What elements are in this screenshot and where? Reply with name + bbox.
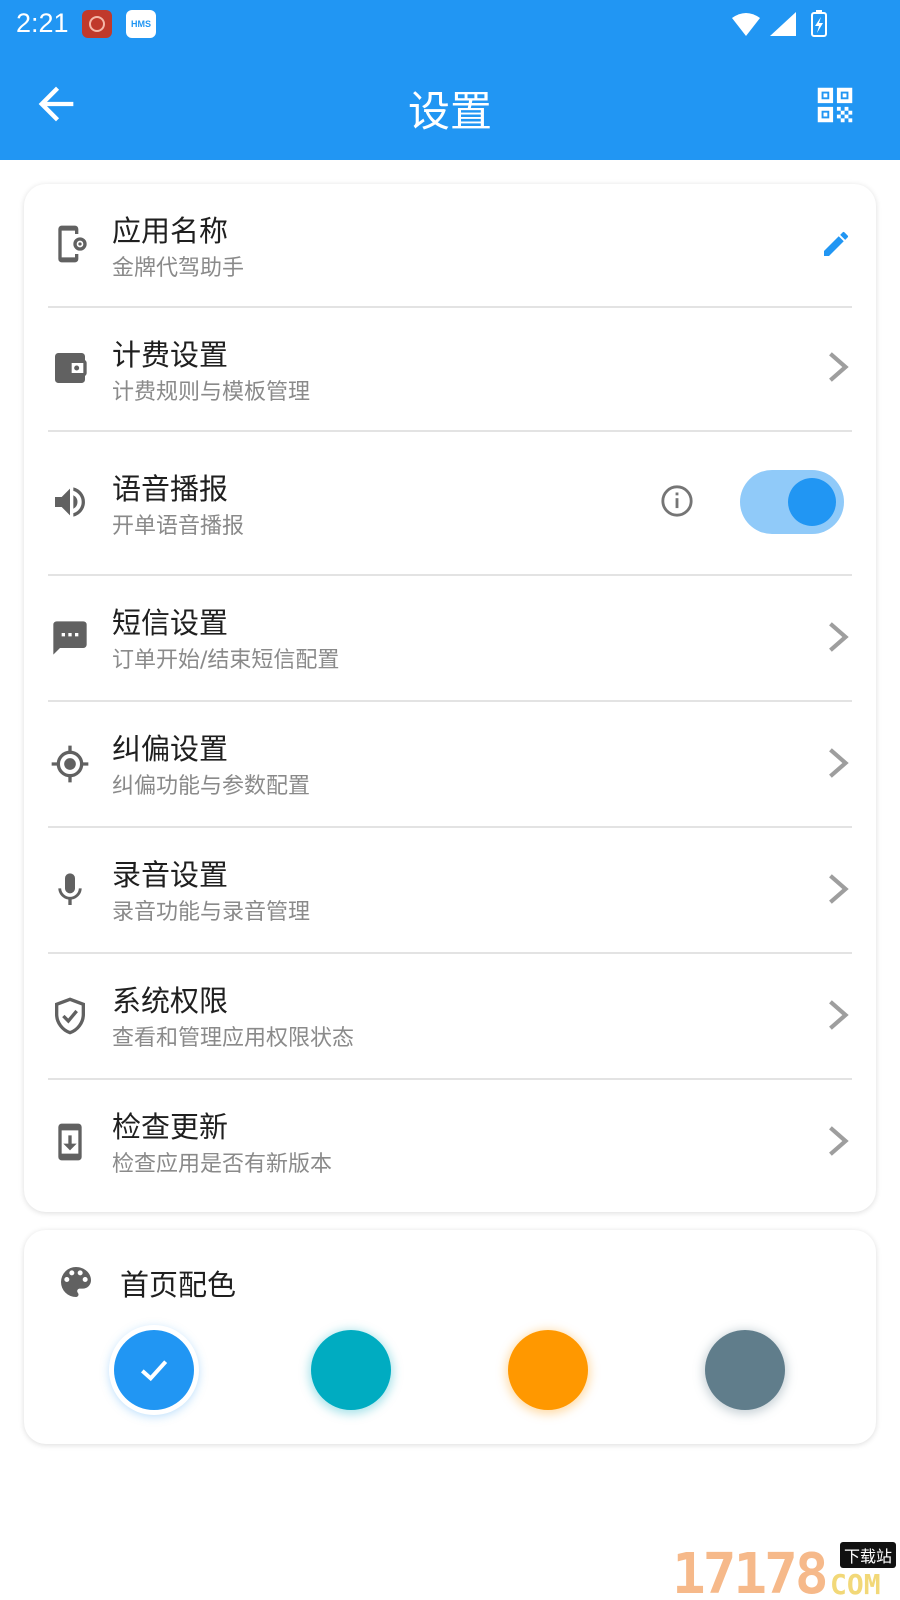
- settings-card: 应用名称 金牌代驾助手 计费设置 计费规则与模板管理 语音播报 开单语音播报 短…: [24, 184, 876, 1212]
- setting-correction[interactable]: 纠偏设置 纠偏功能与参数配置: [24, 702, 876, 828]
- chevron-right-icon: [829, 1000, 849, 1030]
- watermark-tag: 下载站: [840, 1542, 897, 1568]
- hms-app-icon: HMS: [126, 10, 156, 38]
- status-bar: 2:21 HMS: [0, 0, 900, 48]
- chevron-right-icon: [829, 1126, 849, 1156]
- setting-subtitle: 订单开始/结束短信配置: [112, 648, 340, 673]
- setting-recording[interactable]: 录音设置 录音功能与录音管理: [24, 828, 876, 954]
- color-swatch-blue[interactable]: [114, 1330, 194, 1410]
- theme-color-card: 首页配色: [24, 1230, 876, 1444]
- setting-title: 录音设置: [112, 858, 229, 892]
- setting-subtitle: 检查应用是否有新版本: [112, 1152, 333, 1177]
- setting-update[interactable]: 检查更新 检查应用是否有新版本: [24, 1080, 876, 1212]
- setting-title: 计费设置: [112, 338, 229, 372]
- sms-icon: [53, 621, 87, 655]
- palette-icon: [61, 1267, 91, 1297]
- watermark-logo: 17178 下载站 COM: [672, 1540, 900, 1600]
- system-update-icon: [58, 1123, 82, 1161]
- watermark-suffix: COM: [830, 1568, 881, 1600]
- setting-subtitle: 金牌代驾助手: [112, 256, 245, 281]
- mic-icon: [58, 873, 82, 905]
- edit-icon[interactable]: [820, 228, 852, 260]
- setting-billing[interactable]: 计费设置 计费规则与模板管理: [24, 308, 876, 432]
- chevron-right-icon: [829, 622, 849, 652]
- wifi-icon: [732, 13, 760, 36]
- check-icon: [140, 1360, 168, 1382]
- chevron-right-icon: [829, 748, 849, 778]
- setting-title: 纠偏设置: [112, 732, 229, 766]
- app-bar: 设置: [0, 48, 900, 160]
- qr-code-icon[interactable]: [812, 82, 858, 128]
- chevron-right-icon: [829, 874, 849, 904]
- voice-toggle[interactable]: [740, 470, 844, 534]
- theme-color-title: 首页配色: [120, 1268, 237, 1302]
- status-time: 2:21: [16, 8, 69, 38]
- setting-subtitle: 计费规则与模板管理: [112, 380, 311, 405]
- battery-icon: [811, 10, 827, 37]
- system-status-icons: [732, 10, 827, 37]
- info-icon[interactable]: [660, 484, 694, 518]
- setting-voice: 语音播报 开单语音播报: [24, 432, 876, 576]
- setting-title: 系统权限: [112, 984, 229, 1018]
- setting-subtitle: 查看和管理应用权限状态: [112, 1026, 355, 1051]
- color-swatch-blue-grey[interactable]: [705, 1330, 785, 1410]
- gps-fixed-icon: [51, 745, 89, 783]
- setting-app-name[interactable]: 应用名称 金牌代驾助手: [24, 184, 876, 308]
- app-settings-icon: [58, 225, 87, 263]
- setting-title: 应用名称: [112, 214, 229, 248]
- setting-sms[interactable]: 短信设置 订单开始/结束短信配置: [24, 576, 876, 702]
- setting-title: 检查更新: [112, 1110, 229, 1144]
- setting-permissions[interactable]: 系统权限 查看和管理应用权限状态: [24, 954, 876, 1080]
- weibo-app-icon: [82, 10, 112, 38]
- setting-title: 短信设置: [112, 606, 229, 640]
- setting-subtitle: 纠偏功能与参数配置: [112, 774, 311, 799]
- setting-subtitle: 录音功能与录音管理: [112, 900, 311, 925]
- volume-icon: [55, 487, 85, 517]
- color-swatch-orange[interactable]: [508, 1330, 588, 1410]
- toggle-knob: [788, 478, 836, 526]
- watermark-number: 17178: [672, 1542, 829, 1600]
- wallet-icon: [55, 353, 87, 383]
- page-title: 设置: [407, 87, 492, 136]
- setting-subtitle: 开单语音播报: [112, 514, 245, 539]
- chevron-right-icon: [829, 352, 849, 382]
- setting-title: 语音播报: [112, 472, 229, 506]
- shield-check-icon: [55, 997, 85, 1035]
- signal-icon: [770, 12, 796, 36]
- color-swatch-cyan[interactable]: [311, 1330, 391, 1410]
